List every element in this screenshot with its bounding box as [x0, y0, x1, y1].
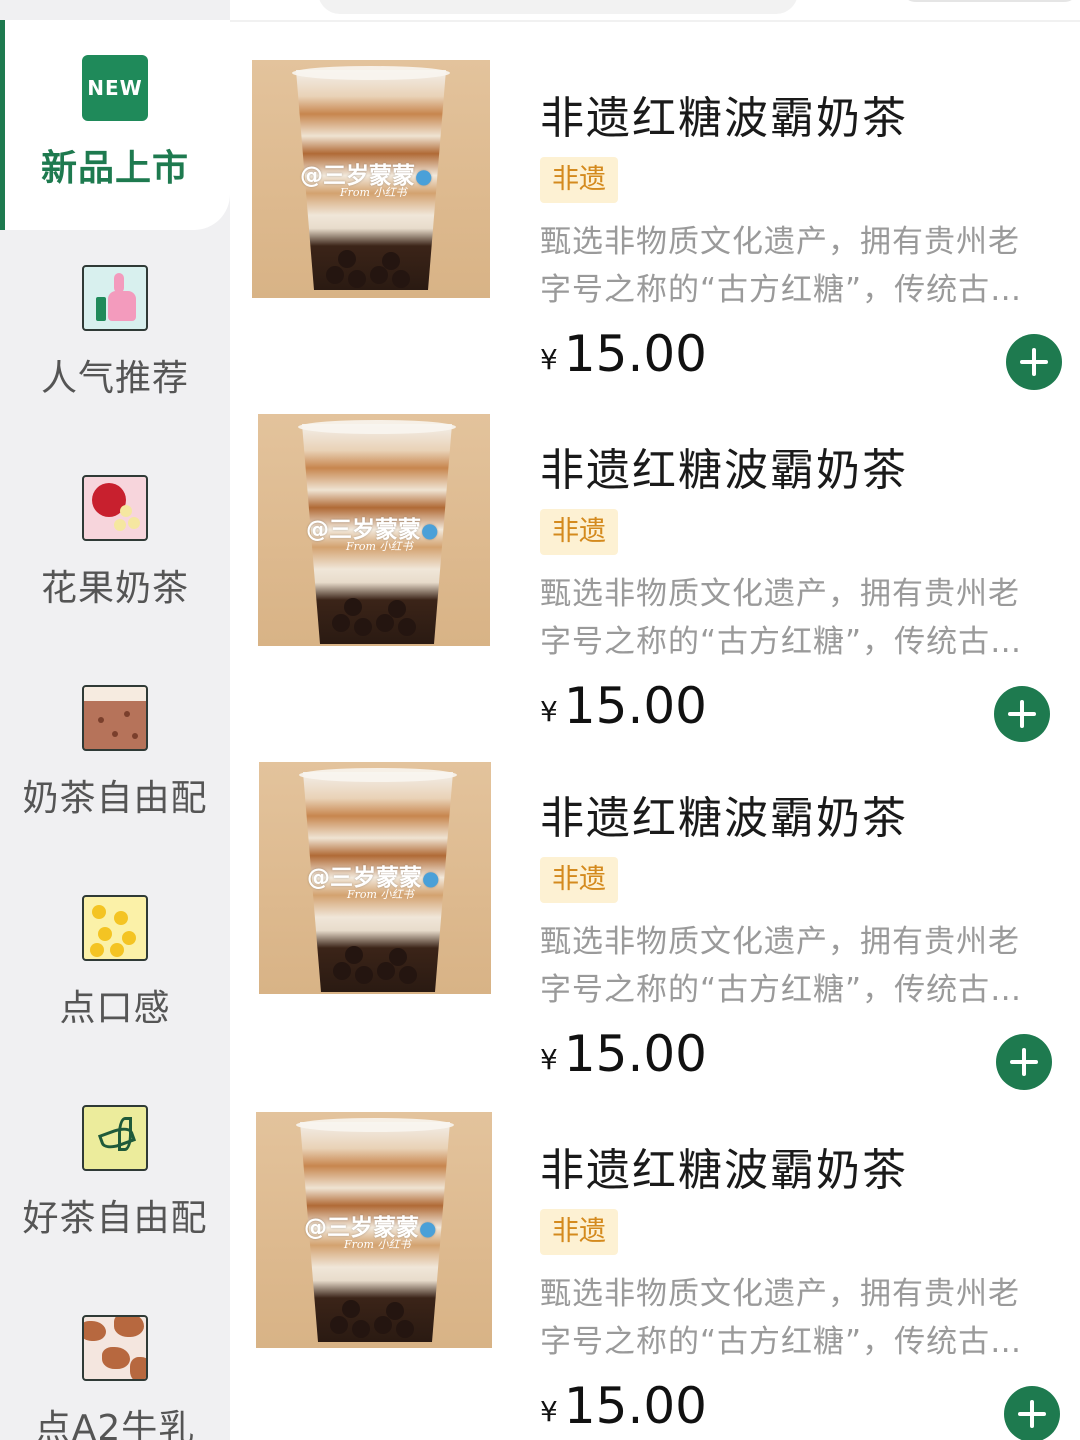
- sidebar-item-label: 奶茶自由配: [22, 778, 208, 819]
- sidebar-item-a2-milk[interactable]: 点A2牛乳: [0, 1280, 230, 1440]
- sidebar-item-custom-tea[interactable]: 好茶自由配: [0, 1070, 230, 1280]
- thumbs-up-icon: [82, 265, 148, 331]
- active-indicator: [0, 20, 5, 230]
- category-sidebar: NEW 新品上市 人气推荐 花果奶茶 奶茶自由配 点口感 好茶自由配 点A2牛乳: [0, 0, 230, 1440]
- product-description: 甄选非物质文化遗产，拥有贵州老 字号之称的“古方红糖”，传统古…: [540, 224, 1023, 308]
- flower-icon: [82, 475, 148, 541]
- sidebar-item-label: 新品上市: [40, 148, 189, 189]
- product-name: 非遗红糖波霸奶茶: [540, 793, 908, 844]
- image-watermark-sub: From 小红书: [347, 888, 414, 901]
- sidebar-item-label: 花果奶茶: [40, 568, 189, 609]
- toppings-icon: [82, 895, 148, 961]
- add-to-cart-button[interactable]: [1004, 1386, 1060, 1440]
- new-icon-text: NEW: [87, 76, 143, 100]
- cow-print-icon: [82, 1315, 148, 1381]
- image-watermark-sub: From 小红书: [344, 1238, 411, 1251]
- product-tag: 非遗: [540, 1209, 618, 1255]
- sidebar-item-texture[interactable]: 点口感: [0, 860, 230, 1070]
- product-image[interactable]: @三岁蒙蒙● From 小红书: [259, 762, 491, 994]
- store-switch-button[interactable]: [900, 0, 1080, 2]
- product-name: 非遗红糖波霸奶茶: [540, 1145, 908, 1196]
- product-image[interactable]: @三岁蒙蒙● From 小红书: [258, 414, 490, 646]
- sidebar-item-label: 点A2牛乳: [34, 1408, 196, 1440]
- sidebar-item-label: 点口感: [59, 988, 171, 1029]
- product-name: 非遗红糖波霸奶茶: [540, 445, 908, 496]
- product-card[interactable]: @三岁蒙蒙● From 小红书 非遗红糖波霸奶茶 非遗 甄选非物质文化遗产，拥有…: [250, 720, 1080, 1090]
- image-watermark-sub: From 小红书: [340, 186, 407, 199]
- sidebar-item-new[interactable]: NEW 新品上市: [0, 20, 230, 230]
- search-input[interactable]: [318, 0, 798, 14]
- product-price: ¥15.00: [540, 1377, 707, 1435]
- product-name: 非遗红糖波霸奶茶: [540, 93, 908, 144]
- sidebar-item-popular[interactable]: 人气推荐: [0, 230, 230, 440]
- sidebar-item-custom-milk-tea[interactable]: 奶茶自由配: [0, 650, 230, 860]
- milk-tea-icon: [82, 685, 148, 751]
- sidebar-item-label: 人气推荐: [40, 358, 189, 399]
- product-description: 甄选非物质文化遗产，拥有贵州老 字号之称的“古方红糖”，传统古…: [540, 1276, 1023, 1360]
- product-card[interactable]: @三岁蒙蒙● From 小红书 非遗红糖波霸奶茶 非遗 甄选非物质文化遗产，拥有…: [250, 372, 1080, 742]
- sidebar-item-fruit-milk-tea[interactable]: 花果奶茶: [0, 440, 230, 650]
- product-image[interactable]: @三岁蒙蒙● From 小红书: [256, 1112, 492, 1348]
- tea-leaf-icon: [82, 1105, 148, 1171]
- new-icon: NEW: [82, 55, 148, 121]
- product-description: 甄选非物质文化遗产，拥有贵州老 字号之称的“古方红糖”，传统古…: [540, 924, 1023, 1008]
- product-image[interactable]: @三岁蒙蒙● From 小红书: [252, 60, 490, 298]
- product-card[interactable]: @三岁蒙蒙● From 小红书 非遗红糖波霸奶茶 非遗 甄选非物质文化遗产，拥有…: [250, 1072, 1080, 1440]
- product-tag: 非遗: [540, 509, 618, 555]
- product-card[interactable]: @三岁蒙蒙● From 小红书 非遗红糖波霸奶茶 非遗 甄选非物质文化遗产，拥有…: [250, 20, 1080, 390]
- product-tag: 非遗: [540, 157, 618, 203]
- sidebar-item-label: 好茶自由配: [22, 1198, 208, 1239]
- image-watermark-sub: From 小红书: [346, 540, 413, 553]
- product-description: 甄选非物质文化遗产，拥有贵州老 字号之称的“古方红糖”，传统古…: [540, 576, 1023, 660]
- product-tag: 非遗: [540, 857, 618, 903]
